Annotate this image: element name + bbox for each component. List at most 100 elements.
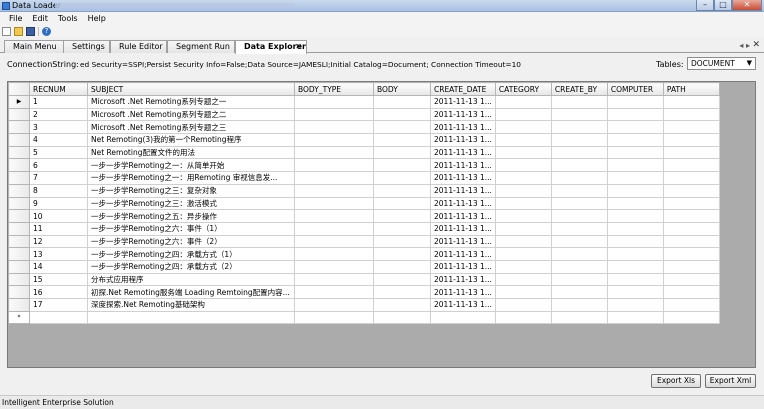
- table-row[interactable]: 8 一步一步学Remoting之三：复杂对象 2011-11-13 1...: [8, 183, 720, 198]
- grid-cell[interactable]: [494, 95, 552, 109]
- row-header[interactable]: [8, 259, 30, 274]
- grid-cell[interactable]: 2011-11-13 1...: [430, 171, 496, 185]
- grid-cell[interactable]: [294, 310, 374, 325]
- grid-cell[interactable]: [494, 145, 552, 160]
- grid-cell[interactable]: 一步一步学Remoting之一：从简单开始: [87, 158, 295, 173]
- grid-cell[interactable]: 深度探索.Net Remoting基础架构: [87, 298, 295, 312]
- grid-cell[interactable]: [373, 95, 431, 109]
- grid-cell[interactable]: [662, 183, 720, 198]
- grid-cell[interactable]: [662, 145, 720, 160]
- grid-cell[interactable]: [662, 298, 720, 312]
- grid-cell[interactable]: 2011-11-13 1...: [430, 298, 496, 312]
- grid-cell[interactable]: [606, 310, 664, 325]
- tab-segment-run[interactable]: Segment Run: [167, 40, 235, 53]
- grid-cell[interactable]: Microsoft .Net Remoting系列专题之一: [87, 95, 295, 109]
- grid-cell[interactable]: 1: [29, 95, 88, 109]
- grid-cell[interactable]: [294, 298, 374, 312]
- row-header[interactable]: [8, 133, 30, 147]
- grid-cell[interactable]: [494, 272, 552, 287]
- grid-cell[interactable]: [606, 145, 664, 160]
- row-header[interactable]: [8, 298, 30, 312]
- grid-cell[interactable]: [494, 298, 552, 312]
- grid-cell[interactable]: [494, 247, 552, 261]
- grid-cell[interactable]: [373, 234, 431, 249]
- menu-help[interactable]: Help: [83, 13, 111, 25]
- help-icon[interactable]: ?: [42, 26, 51, 36]
- grid-cell[interactable]: [494, 285, 552, 299]
- grid-cell[interactable]: 分布式应用程序: [87, 272, 295, 287]
- grid-cell[interactable]: [550, 209, 608, 223]
- grid-cell[interactable]: [550, 95, 608, 109]
- grid-cell[interactable]: [373, 107, 431, 122]
- grid-cell[interactable]: Net Remoting(3)我的第一个Remoting程序: [87, 133, 295, 147]
- grid-cell[interactable]: [294, 234, 374, 249]
- close-button[interactable]: ✕: [732, 0, 762, 11]
- grid-cell[interactable]: 11: [29, 221, 88, 236]
- grid-cell[interactable]: 2011-11-13 1...: [430, 183, 496, 198]
- grid-cell[interactable]: [294, 107, 374, 122]
- grid-cell[interactable]: 2011-11-13 1...: [430, 221, 496, 236]
- row-header[interactable]: [8, 272, 30, 287]
- menu-file[interactable]: File: [4, 13, 27, 25]
- grid-cell[interactable]: [294, 196, 374, 211]
- grid-cell[interactable]: [373, 158, 431, 173]
- grid-cell[interactable]: 一步一步学Remoting之四：承载方式（1）: [87, 247, 295, 261]
- grid-cell[interactable]: 2011-11-13 1...: [430, 133, 496, 147]
- grid-cell[interactable]: [373, 272, 431, 287]
- connection-string-value[interactable]: ed Security=SSPI;Persist Security Info=F…: [80, 60, 640, 69]
- grid-cell[interactable]: [606, 272, 664, 287]
- grid-cell[interactable]: 2011-11-13 1...: [430, 234, 496, 249]
- grid-cell[interactable]: [662, 158, 720, 173]
- grid-cell[interactable]: [294, 272, 374, 287]
- grid-cell[interactable]: [662, 221, 720, 236]
- grid-cell[interactable]: 16: [29, 285, 88, 299]
- grid-cell[interactable]: [373, 196, 431, 211]
- grid-cell[interactable]: 6: [29, 158, 88, 173]
- menu-edit[interactable]: Edit: [27, 13, 53, 25]
- grid-cell[interactable]: [606, 234, 664, 249]
- save-icon[interactable]: [26, 26, 35, 36]
- grid-cell[interactable]: Net Remoting配置文件的用法: [87, 145, 295, 160]
- grid-cell[interactable]: [294, 285, 374, 299]
- menu-tools[interactable]: Tools: [53, 13, 83, 25]
- grid-cell[interactable]: 13: [29, 247, 88, 261]
- table-row[interactable]: 13 一步一步学Remoting之四：承载方式（1） 2011-11-13 1...: [8, 247, 720, 261]
- grid-cell[interactable]: [662, 234, 720, 249]
- grid-cell[interactable]: [550, 247, 608, 261]
- grid-cell[interactable]: [662, 95, 720, 109]
- grid-cell[interactable]: 一步一步学Remoting之六：事件（2）: [87, 234, 295, 249]
- grid-cell[interactable]: 一步一步学Remoting之三：复杂对象: [87, 183, 295, 198]
- grid-cell[interactable]: [373, 259, 431, 274]
- grid-cell[interactable]: [373, 298, 431, 312]
- grid-cell[interactable]: 一步一步学Remoting之一：用Remoting 审视信息发...: [87, 171, 295, 185]
- grid-cell[interactable]: [606, 209, 664, 223]
- grid-cell[interactable]: [294, 247, 374, 261]
- grid-cell[interactable]: 一步一步学Remoting之六：事件（1）: [87, 221, 295, 236]
- grid-cell[interactable]: [294, 120, 374, 135]
- grid-cell[interactable]: [662, 120, 720, 135]
- grid-cell[interactable]: 2011-11-13 1...: [430, 259, 496, 274]
- grid-cell[interactable]: [550, 158, 608, 173]
- maximize-button[interactable]: □: [714, 0, 732, 11]
- grid-cell[interactable]: 12: [29, 234, 88, 249]
- grid-cell[interactable]: [294, 145, 374, 160]
- grid-cell[interactable]: [373, 247, 431, 261]
- grid-cell[interactable]: [373, 285, 431, 299]
- grid-cell[interactable]: 2011-11-13 1...: [430, 145, 496, 160]
- grid-cell[interactable]: [550, 145, 608, 160]
- row-header[interactable]: [8, 221, 30, 236]
- grid-cell[interactable]: [494, 196, 552, 211]
- grid-cell[interactable]: [294, 259, 374, 274]
- row-header[interactable]: [8, 209, 30, 223]
- grid-cell[interactable]: 5: [29, 145, 88, 160]
- new-file-icon[interactable]: [2, 26, 11, 36]
- table-row[interactable]: 7 一步一步学Remoting之一：用Remoting 审视信息发... 2011-…: [8, 171, 720, 185]
- grid-cell[interactable]: 3: [29, 120, 88, 135]
- grid-cell[interactable]: [494, 158, 552, 173]
- table-row[interactable]: 12 一步一步学Remoting之六：事件（2） 2011-11-13 1...: [8, 234, 720, 249]
- row-header[interactable]: [8, 285, 30, 299]
- grid-cell[interactable]: [662, 196, 720, 211]
- table-row[interactable]: ▶ 1 Microsoft .Net Remoting系列专题之一 2011-11-1…: [8, 95, 720, 109]
- grid-cell[interactable]: [606, 120, 664, 135]
- grid-cell[interactable]: [606, 196, 664, 211]
